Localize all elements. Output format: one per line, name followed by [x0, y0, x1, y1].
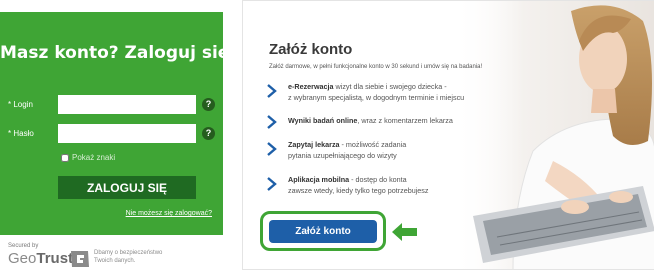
security-note-line1: Dbamy o bezpieczeństwo [94, 250, 163, 256]
benefit-item: Zapytaj lekarza - możliwość zadania pyta… [267, 140, 547, 164]
login-title: Masz konto? Zaloguj się [0, 43, 230, 63]
register-cta-highlight: Załóż konto [260, 211, 386, 251]
show-chars-option[interactable]: Pokaż znaki [61, 153, 115, 162]
page: Masz konto? Zaloguj się * Login ? * Hasł… [0, 0, 654, 270]
forgot-password-link[interactable]: Nie możesz się zalogować? [0, 210, 223, 217]
register-subtitle: Załóż darmowe, w pełni funkcjonalne kont… [269, 64, 483, 70]
benefit-text: e-Rezerwacja wizyt dla siebie i swojego … [288, 82, 464, 103]
benefit-rest: - możliwość zadania [339, 140, 407, 149]
password-input[interactable] [58, 124, 196, 143]
arrow-left-icon [392, 223, 417, 241]
benefit-rest: wizyt dla siebie i swojego dziecka - [333, 82, 447, 91]
chevron-right-icon [267, 177, 277, 191]
benefit-item: Aplikacja mobilna - dostęp do konta zaws… [267, 175, 547, 199]
password-help-icon[interactable]: ? [202, 127, 215, 140]
login-label: * Login [8, 100, 33, 109]
geotrust-brand-light: Geo [8, 250, 37, 267]
benefit-line2: z wybranym specjalistą, w dogodnym termi… [288, 92, 465, 102]
benefit-item: Wyniki badań online, wraz z komentarzem … [267, 115, 547, 130]
show-chars-checkbox[interactable] [61, 153, 69, 162]
woman-laptop-image [453, 1, 654, 269]
benefit-item: e-Rezerwacja wizyt dla siebie i swojego … [267, 82, 547, 106]
login-panel: Masz konto? Zaloguj się * Login ? * Hasł… [0, 12, 230, 235]
benefit-bold: Aplikacja mobilna [288, 175, 350, 184]
benefit-rest: - dostęp do konta [349, 175, 407, 184]
benefit-bold: Wyniki badań online [288, 116, 358, 125]
secured-by-label: Secured by [8, 243, 39, 249]
password-label: * Hasło [8, 129, 34, 138]
login-button[interactable]: ZALOGUJ SIĘ [58, 176, 196, 199]
chevron-right-icon [267, 142, 277, 156]
register-button[interactable]: Załóż konto [269, 220, 377, 243]
benefit-bold: e-Rezerwacja [288, 82, 334, 91]
register-panel: Załóż konto Załóż darmowe, w pełni funkc… [242, 0, 654, 270]
chevron-right-icon [267, 115, 277, 129]
chevron-right-icon [267, 84, 277, 98]
security-note-line2: Twoich danych. [94, 258, 136, 264]
show-chars-label: Pokaż znaki [72, 153, 116, 162]
geotrust-mark-icon [71, 251, 89, 267]
register-title: Załóż konto [269, 41, 353, 58]
geotrust-seal[interactable]: Secured by GeoTrust [8, 243, 90, 269]
geotrust-logo: GeoTrust [8, 250, 73, 267]
benefit-bold: Zapytaj lekarza [288, 140, 340, 149]
login-help-icon[interactable]: ? [202, 98, 215, 111]
benefit-text: Wyniki badań online, wraz z komentarzem … [288, 116, 453, 127]
benefit-text: Aplikacja mobilna - dostęp do konta zaws… [288, 175, 429, 196]
benefit-line2: zawsze wtedy, kiedy tylko tego potrzebuj… [288, 185, 429, 195]
security-note: Dbamy o bezpieczeństwo Twoich danych. [94, 249, 234, 265]
benefit-line2: pytania uzupełniającego do wizyty [288, 150, 397, 160]
benefit-rest: , wraz z komentarzem lekarza [357, 116, 453, 125]
login-input[interactable] [58, 95, 196, 114]
benefit-text: Zapytaj lekarza - możliwość zadania pyta… [288, 140, 406, 161]
